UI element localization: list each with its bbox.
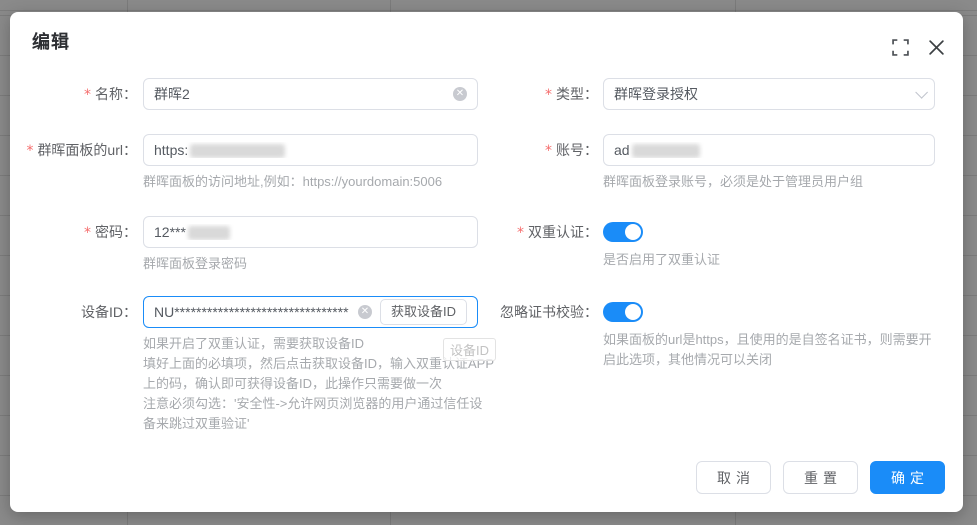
dialog-title: 编辑 [32, 28, 70, 54]
required-mark: * [545, 143, 552, 159]
device-id-value: NU******************************** [154, 304, 358, 320]
url-label: *群晖面板的url： [10, 134, 137, 166]
device-id-drag-ghost: 设备ID [443, 338, 496, 361]
type-selected-value: 群晖登录授权 [614, 84, 915, 104]
cancel-button[interactable]: 取消 [696, 461, 771, 494]
type-select[interactable]: 群晖登录授权 [603, 78, 935, 110]
name-input[interactable]: 群晖2 ✕ [143, 78, 478, 110]
toggle-knob [625, 224, 641, 240]
account-label: *账号： [430, 134, 598, 166]
required-mark: * [26, 143, 33, 159]
password-label: *密码： [10, 216, 137, 248]
device-id-helper-line: 注意必须勾选：'安全性->允许网页浏览器的用户通过信任设备来跳过双重验证' [143, 394, 495, 434]
device-id-helper-line: 填好上面的必填项，然后点击获取设备ID，输入双重认证APP上的码，确认即可获得设… [143, 354, 495, 394]
password-value: 12*** [154, 224, 467, 240]
name-value: 群晖2 [154, 84, 453, 104]
required-mark: * [84, 87, 91, 103]
redacted-account [632, 144, 700, 158]
account-helper-text: 群晖面板登录账号，必须是处于管理员用户组 [603, 172, 935, 192]
type-label: *类型： [430, 78, 598, 110]
ignore-cert-label: 忽略证书校验： [430, 296, 598, 328]
url-input[interactable]: https: [143, 134, 478, 166]
required-mark: * [84, 225, 91, 241]
two-factor-toggle[interactable] [603, 222, 643, 242]
chevron-down-icon [915, 86, 928, 99]
account-value: ad [614, 142, 924, 158]
redacted-password [188, 226, 230, 240]
confirm-button[interactable]: 确定 [870, 461, 945, 494]
password-input[interactable]: 12*** [143, 216, 478, 248]
two-factor-label: *双重认证： [430, 216, 598, 248]
account-input[interactable]: ad [603, 134, 935, 166]
dialog-footer: 取消 重置 确定 [696, 461, 945, 494]
url-value: https: [154, 142, 467, 158]
dialog-header-actions [889, 36, 947, 58]
device-id-label: 设备ID： [10, 296, 137, 328]
device-id-input[interactable]: NU******************************** ✕ 获取设… [143, 296, 478, 328]
password-helper-text: 群晖面板登录密码 [143, 254, 478, 274]
row-name-type: *名称： 群晖2 ✕ *类型： 群晖登录授权 [10, 78, 963, 110]
clear-icon[interactable]: ✕ [358, 305, 372, 319]
close-icon[interactable] [925, 36, 947, 58]
name-label: *名称： [10, 78, 137, 110]
edit-dialog: 编辑 *名称： 群晖2 ✕ *类型： 群晖登录授权 [10, 12, 963, 512]
required-mark: * [517, 225, 524, 241]
required-mark: * [545, 87, 552, 103]
fullscreen-icon[interactable] [889, 36, 911, 58]
toggle-knob [625, 304, 641, 320]
ignore-cert-toggle[interactable] [603, 302, 643, 322]
two-factor-helper-text: 是否启用了双重认证 [603, 250, 935, 270]
reset-button[interactable]: 重置 [783, 461, 858, 494]
url-helper-text: 群晖面板的访问地址,例如：https://yourdomain:5006 [143, 172, 478, 192]
ignore-cert-helper-text: 如果面板的url是https，且使用的是自签名证书，则需要开启此选项，其他情况可… [603, 330, 935, 370]
redacted-url [190, 144, 285, 158]
